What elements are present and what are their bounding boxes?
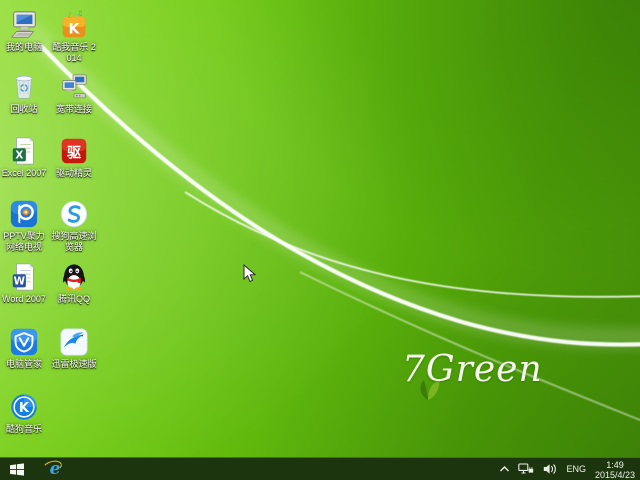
mouse-cursor [243, 264, 256, 283]
wallpaper-logo-text: 7Green [402, 350, 543, 390]
icon-label: 驱动精灵 [50, 168, 98, 179]
desktop-icon-kuwo-music[interactable]: K ♪ ♫ 酷我音乐 2014 [50, 10, 98, 64]
svg-text:K: K [19, 401, 30, 416]
desktop-icon-tencent-qq[interactable]: 腾讯QQ [50, 262, 98, 305]
excel-2007-icon: X [9, 136, 39, 166]
icon-label: 我的电脑 [0, 42, 48, 53]
icon-label: PPTV聚力 网络电视 [0, 231, 48, 253]
desktop-icon-my-computer[interactable]: 我的电脑 [0, 10, 48, 53]
icon-label: 搜狗高速浏览器 [50, 231, 98, 253]
desktop-icon-word-2007[interactable]: W Word 2007 [0, 262, 48, 305]
desktop-icon-broadband-connection[interactable]: 宽带连接 [50, 72, 98, 115]
icon-label: 腾讯QQ [50, 294, 98, 305]
volume-icon[interactable] [543, 463, 557, 475]
icon-label: 电脑管家 [0, 359, 48, 370]
desktop-icon-sogou-browser[interactable]: 搜狗高速浏览器 [50, 199, 98, 253]
language-indicator[interactable]: ENG [566, 464, 586, 474]
svg-text:X: X [15, 150, 23, 162]
kuwo-music-icon: K ♪ ♫ [59, 10, 89, 40]
svg-text:驱: 驱 [67, 146, 81, 162]
hidden-icons-chevron[interactable] [500, 466, 509, 472]
word-2007-icon: W [9, 262, 39, 292]
desktop-icon-xunlei[interactable]: 迅雷极速版 [50, 327, 98, 370]
ie-taskbar-button[interactable]: e [40, 458, 70, 480]
desktop-icon-kugou-music[interactable]: K 酷狗音乐 [0, 392, 48, 435]
pptv-icon [9, 199, 39, 229]
clock-date: 2015/4/23 [595, 470, 635, 480]
xunlei-icon [59, 327, 89, 357]
taskbar: e ENG 1:49 2015/4/23 [0, 457, 640, 480]
kugou-music-icon: K [9, 392, 39, 422]
driver-genius-icon: 驱 [59, 136, 89, 166]
icon-label: Excel 2007 [0, 168, 48, 179]
pc-manager-icon [9, 327, 39, 357]
desktop[interactable]: 7Green 我的电脑 K ♪ ♫ 酷我音乐 2014 [0, 0, 640, 480]
icon-label: 宽带连接 [50, 104, 98, 115]
sogou-browser-icon [59, 199, 89, 229]
icon-label: Word 2007 [0, 294, 48, 305]
desktop-icon-driver-genius[interactable]: 驱 驱动精灵 [50, 136, 98, 179]
svg-text:W: W [14, 276, 26, 288]
icon-label: 酷狗音乐 [0, 424, 48, 435]
desktop-icon-pc-manager[interactable]: 电脑管家 [0, 327, 48, 370]
broadband-connection-icon [59, 72, 89, 102]
network-icon[interactable] [518, 463, 534, 476]
svg-text:K: K [69, 21, 81, 37]
svg-text:♫: ♫ [77, 10, 83, 18]
desktop-icon-pptv[interactable]: PPTV聚力 网络电视 [0, 199, 48, 253]
icon-label: 迅雷极速版 [50, 359, 98, 370]
desktop-icon-recycle-bin[interactable]: 回收站 [0, 72, 48, 115]
system-tray: ENG 1:49 2015/4/23 [500, 458, 640, 480]
windows-start-icon [10, 463, 24, 476]
ie-icon: e [50, 461, 61, 478]
recycle-bin-icon [9, 72, 39, 102]
tencent-qq-icon [59, 262, 89, 292]
wallpaper-logo: 7Green [388, 348, 548, 408]
my-computer-icon [9, 10, 39, 40]
taskbar-clock[interactable]: 1:49 2015/4/23 [595, 459, 635, 480]
clock-time: 1:49 [595, 460, 635, 470]
icon-label: 回收站 [0, 104, 48, 115]
icon-label: 酷我音乐 2014 [50, 42, 98, 64]
svg-text:♪: ♪ [67, 11, 72, 20]
start-button[interactable] [0, 458, 34, 480]
desktop-icon-excel-2007[interactable]: X Excel 2007 [0, 136, 48, 179]
